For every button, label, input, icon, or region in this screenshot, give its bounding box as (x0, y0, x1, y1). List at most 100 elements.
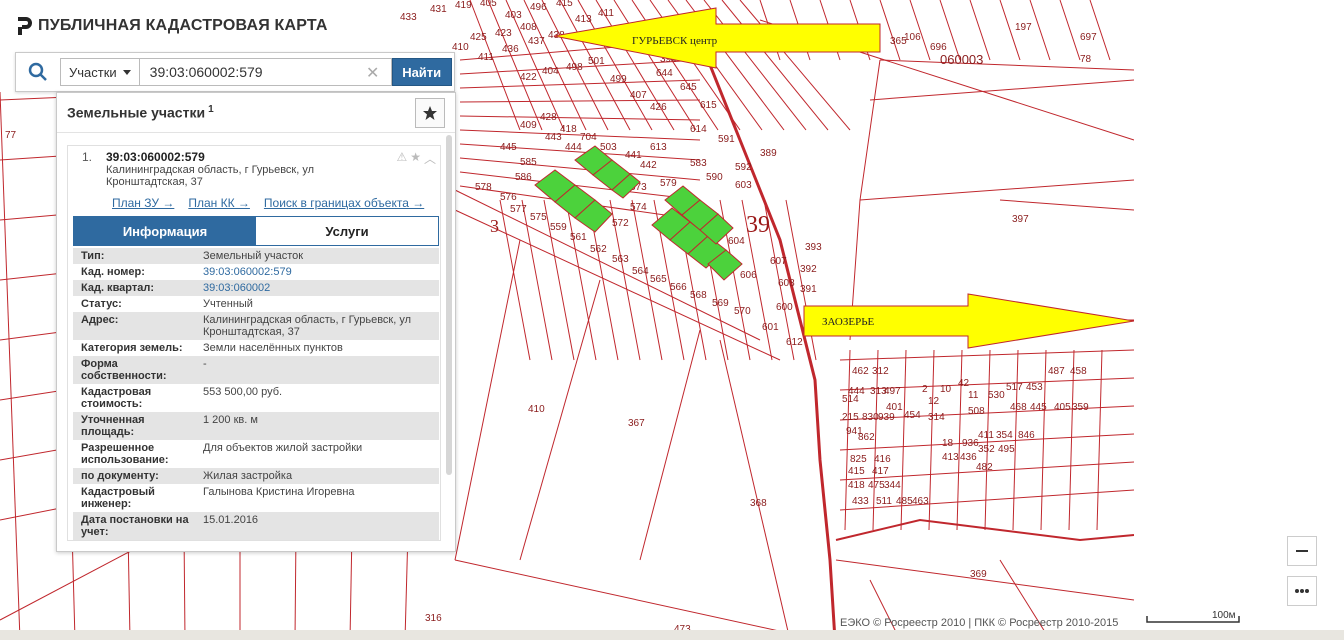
panel-header: Земельные участки 1 (57, 93, 455, 133)
parcel-number: 572 (612, 218, 629, 229)
parcel-number: 575 (530, 212, 547, 223)
info-key: Категория земель: (81, 342, 183, 354)
find-button[interactable]: Найти (391, 58, 452, 86)
parcel-number: 517 (1006, 382, 1023, 393)
search-icon[interactable] (16, 53, 60, 91)
search-type-select[interactable]: Участки (60, 58, 140, 86)
parcel-number: 577 (510, 204, 527, 215)
parcel-number: 397 (1012, 214, 1029, 225)
favorites-button[interactable] (415, 98, 445, 128)
more-options-button[interactable] (1287, 576, 1317, 606)
parcel-number: 405 (480, 0, 497, 9)
parcel-number: 352 (978, 444, 995, 455)
parcel-number: 830 (862, 412, 879, 423)
parcel-number: 463 (912, 496, 929, 507)
search-in-bounds-link[interactable]: Поиск в границах объекта → (264, 196, 424, 210)
warning-icon[interactable]: ⚠ (396, 150, 407, 167)
info-value: Жилая застройка (203, 470, 293, 482)
info-value: - (203, 358, 207, 370)
plan-zu-link[interactable]: План ЗУ → (112, 196, 174, 210)
star-icon (423, 106, 437, 120)
parcel-number: 445 (500, 142, 517, 153)
parcel-number: 436 (502, 44, 519, 55)
tab-services[interactable]: Услуги (256, 217, 438, 245)
parcel-number: 415 (556, 0, 573, 9)
parcel-number: 453 (1026, 382, 1043, 393)
info-value: Учтенный (203, 298, 253, 310)
parcel-number: 568 (690, 290, 707, 301)
parcel-number: 413 (942, 452, 959, 463)
parcel-number: 369 (970, 569, 987, 580)
scale-label: 100м (1212, 610, 1236, 621)
parcel-number: 825 (850, 454, 867, 465)
results-panel: Земельные участки 1 1. 39:03:060002:579 ⚠… (56, 92, 456, 552)
parcel-number: 574 (630, 202, 647, 213)
panel-scrollbar[interactable] (446, 135, 452, 475)
result-number[interactable]: 39:03:060002:579 (106, 150, 205, 164)
parcel-number: 503 (600, 142, 617, 153)
zoom-out-button[interactable] (1287, 536, 1317, 566)
parcel-number: 11 (968, 390, 979, 401)
parcel-number: 645 (680, 82, 697, 93)
info-row: Адрес: Калининградская область, г Гурьевс… (73, 312, 439, 340)
parcel-number: 644 (656, 68, 673, 79)
parcel-number: 2 (922, 384, 928, 395)
quarter-label: 060003 (940, 52, 983, 67)
parcel-number: 419 (455, 0, 472, 11)
search-input[interactable] (139, 58, 392, 86)
parcel-number: 468 (1010, 402, 1027, 413)
search-type-label: Участки (69, 64, 117, 80)
card-tools: ⚠ ★ ︿ (396, 150, 436, 167)
parcel-number: 586 (515, 172, 532, 183)
parcel-number: 42 (958, 378, 970, 389)
info-row: по документу: Жилая застройка (73, 468, 439, 484)
parcel-number: 604 (728, 236, 745, 247)
info-value: 1 200 кв. м (203, 414, 258, 426)
parcel-number: 592 (735, 162, 752, 173)
result-card[interactable]: 1. 39:03:060002:579 ⚠ ★ ︿ Калининградска… (67, 145, 441, 541)
arrow-label-zaozerye: ЗАОЗЕРЬЕ (822, 316, 875, 328)
info-row: Кад. номер: 39:03:060002:579 (73, 264, 439, 280)
parcel-number: 403 (505, 10, 522, 21)
info-key: Кад. номер: (81, 266, 145, 278)
result-links: План ЗУ → План КК → Поиск в границах объ… (68, 188, 440, 210)
info-tabs: Информация Услуги (73, 216, 439, 246)
clear-icon[interactable]: ✕ (366, 63, 379, 83)
parcel-number: 591 (718, 134, 735, 145)
plan-kk-link[interactable]: План КК → (188, 196, 250, 210)
info-value: Калининградская область, г Гурьевск, ул … (203, 314, 412, 338)
parcel-number: 615 (700, 100, 717, 111)
parcel-number: 431 (430, 4, 447, 15)
parcel-number: 404 (542, 66, 559, 77)
info-value[interactable]: 39:03:060002 (203, 282, 439, 294)
parcel-number: 561 (570, 232, 587, 243)
parcel-number: 606 (740, 270, 757, 281)
parcel-number: 409 (520, 120, 537, 131)
parcel-number: 393 (805, 242, 822, 253)
parcel-number: 444 (565, 142, 582, 153)
selected-parcels[interactable] (534, 145, 743, 281)
parcel-number: 344 (884, 480, 901, 491)
info-row: Разрешенное использование: Для объектов ж… (73, 440, 439, 468)
tab-information[interactable]: Информация (74, 217, 256, 245)
info-value: Земельный участок (203, 250, 304, 262)
parcel-number: 411 (598, 8, 614, 19)
parcel-number: 442 (640, 160, 657, 171)
parcel-number: 314 (928, 412, 945, 423)
block-number-3: 3 (490, 216, 499, 236)
parcel-number: 562 (590, 244, 607, 255)
star-icon[interactable]: ★ (410, 150, 421, 167)
parcel-number: 462 (852, 366, 869, 377)
info-row: Уточненная площадь: 1 200 кв. м (73, 412, 439, 440)
info-row: Статус: Учтенный (73, 296, 439, 312)
info-value: Галынова Кристина Игоревна (203, 486, 355, 498)
search-bar: Участки ✕ Найти (15, 52, 455, 92)
arrow-label-gurievsk: ГУРЬЕВСК центр (632, 35, 718, 47)
map-attribution: ЕЭКО © Росреестр 2010 | ПКК © Росреестр … (840, 617, 1119, 629)
parcel-number: 563 (612, 254, 629, 265)
info-value[interactable]: 39:03:060002:579 (203, 266, 439, 278)
chevron-up-icon[interactable]: ︿ (424, 150, 436, 167)
parcel-number: 444 (848, 386, 865, 397)
parcel-number: 499 (610, 74, 627, 85)
parcel-number: 77 (5, 130, 17, 141)
